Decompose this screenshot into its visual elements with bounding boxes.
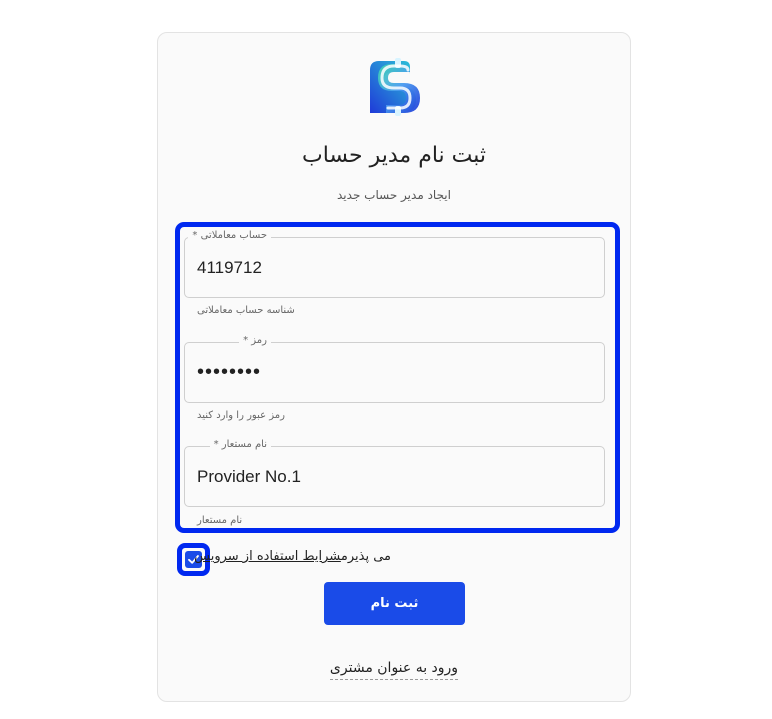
page-title: ثبت نام مدیر حساب bbox=[301, 143, 487, 168]
password-field[interactable]: رمز * •••••••• bbox=[184, 335, 605, 403]
trading-account-value: 4119712 bbox=[197, 258, 262, 277]
app-logo-icon bbox=[366, 58, 424, 116]
nickname-helper: نام مستعار bbox=[197, 515, 243, 526]
client-login: ورود به عنوان مشتری bbox=[158, 657, 630, 680]
terms-text: می پذیرمشرایط استفاده از سرویس bbox=[194, 549, 391, 564]
trading-account-field[interactable]: حساب معاملاتی * 4119712 bbox=[184, 230, 605, 298]
page-subtitle: ایجاد مدیر حساب جدید bbox=[337, 188, 451, 202]
terms-prefix: می پذیرم bbox=[340, 549, 391, 564]
nickname-field[interactable]: نام مستعار * Provider No.1 bbox=[184, 439, 605, 507]
trading-account-helper: شناسه حساب معاملاتی bbox=[197, 305, 295, 316]
registration-card: ثبت نام مدیر حساب ایجاد مدیر حساب جدید ح… bbox=[157, 32, 631, 702]
nickname-value: Provider No.1 bbox=[197, 467, 301, 486]
client-login-link[interactable]: ورود به عنوان مشتری bbox=[329, 660, 459, 680]
terms-of-service-link[interactable]: شرایط استفاده از سرویس bbox=[194, 549, 341, 564]
password-value: •••••••• bbox=[197, 361, 262, 383]
register-button[interactable]: ثبت نام bbox=[324, 582, 465, 625]
password-helper: رمز عبور را وارد کنید bbox=[197, 410, 285, 421]
